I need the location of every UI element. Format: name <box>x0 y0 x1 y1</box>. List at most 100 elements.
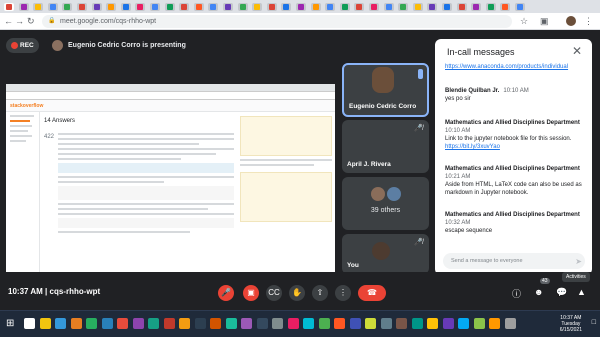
taskbar-app-icon[interactable] <box>287 318 299 329</box>
taskbar-app-icon[interactable] <box>225 318 237 329</box>
message-link[interactable]: https://www.anaconda.com/products/indivi… <box>445 64 568 70</box>
send-icon[interactable]: ➤ <box>575 257 582 266</box>
browser-tab[interactable] <box>266 3 277 11</box>
taskbar-app-icon[interactable] <box>411 318 423 329</box>
taskbar-app-icon[interactable] <box>24 318 35 329</box>
taskbar-app-icon[interactable] <box>101 318 113 329</box>
browser-tab[interactable] <box>412 3 423 11</box>
participant-tile-presenter[interactable]: Eugenio Cedric Corro <box>342 63 429 117</box>
browser-tab[interactable] <box>281 3 292 11</box>
more-options-button[interactable]: ⋮ <box>335 285 351 301</box>
taskbar-app-icon[interactable] <box>163 318 175 329</box>
browser-tab[interactable] <box>369 3 379 11</box>
browser-tab[interactable] <box>237 3 248 11</box>
taskbar-app-icon[interactable] <box>489 318 500 329</box>
taskbar-app-icon[interactable] <box>256 318 268 329</box>
browser-tab[interactable] <box>179 3 190 11</box>
browser-tab[interactable] <box>398 3 409 11</box>
chat-icon[interactable]: 💬 <box>556 287 567 298</box>
taskbar-app-icon[interactable] <box>241 318 252 329</box>
mic-off-button[interactable]: 🎤 <box>218 285 234 301</box>
reload-icon[interactable]: ↻ <box>27 16 35 27</box>
browser-tab[interactable] <box>47 3 58 11</box>
taskbar-app-icon[interactable] <box>194 318 206 329</box>
participant-tile-you[interactable]: 🎤̸ You <box>342 234 429 274</box>
browser-tab[interactable] <box>135 3 146 11</box>
browser-tab[interactable] <box>500 3 511 11</box>
taskbar-app-icon[interactable] <box>334 318 345 329</box>
taskbar-app-icon[interactable] <box>117 318 128 329</box>
browser-tab[interactable] <box>18 3 29 11</box>
present-button[interactable]: ⇧ <box>312 285 328 301</box>
profile-avatar[interactable] <box>566 16 576 26</box>
windows-start-icon[interactable]: ⊞ <box>6 318 14 329</box>
url-field[interactable]: 🔒 meet.google.com/cqs-rhho-wpt <box>42 15 512 28</box>
taskbar-app-icon[interactable] <box>349 318 361 329</box>
captions-button[interactable]: CC <box>266 285 282 301</box>
browser-tab[interactable] <box>339 3 350 11</box>
browser-tab[interactable] <box>383 3 394 11</box>
browser-tab[interactable] <box>252 3 263 11</box>
browser-tab[interactable] <box>62 3 73 11</box>
taskbar-app-icon[interactable] <box>210 318 221 329</box>
taskbar-app-icon[interactable] <box>380 318 392 329</box>
browser-tab[interactable] <box>485 3 496 11</box>
activities-icon[interactable]: ▲ <box>577 287 586 297</box>
taskbar-app-icon[interactable] <box>458 318 469 329</box>
participant-tile-april[interactable]: 🎤̸ April J. Rivera <box>342 120 429 173</box>
taskbar-app-icon[interactable] <box>148 318 159 329</box>
browser-tab[interactable] <box>223 3 233 11</box>
extension-icon[interactable]: ▣ <box>540 16 549 27</box>
browser-tab[interactable] <box>310 3 321 11</box>
raise-hand-button[interactable]: ✋ <box>289 285 305 301</box>
system-clock[interactable]: 10:37 AM Tuesday 6/15/2021 <box>560 315 582 333</box>
taskbar-app-icon[interactable] <box>303 318 314 329</box>
star-icon[interactable]: ☆ <box>520 16 528 27</box>
taskbar-app-icon[interactable] <box>272 318 283 329</box>
browser-tab[interactable] <box>33 3 44 11</box>
taskbar-app-icon[interactable] <box>70 318 82 329</box>
browser-tab[interactable] <box>442 3 452 11</box>
browser-tab[interactable] <box>325 3 336 11</box>
message-link[interactable]: https://bit.ly/3xuvYao <box>445 143 585 151</box>
participant-tile-others[interactable]: 39 others <box>342 177 429 230</box>
browser-tab[interactable] <box>106 3 117 11</box>
close-icon[interactable]: ✕ <box>572 44 582 58</box>
browser-tab[interactable] <box>427 3 438 11</box>
taskbar-app-icon[interactable] <box>318 318 330 329</box>
taskbar-app-icon[interactable] <box>55 318 66 329</box>
arrow-right-icon[interactable]: → <box>15 16 24 27</box>
taskbar-app-icon[interactable] <box>365 318 376 329</box>
leave-call-button[interactable]: ☎ <box>358 285 386 301</box>
taskbar-app-icon[interactable] <box>39 318 51 329</box>
browser-tab[interactable] <box>91 3 102 11</box>
more-menu-icon[interactable]: ⋮ <box>584 16 593 27</box>
message-list[interactable]: https://www.anaconda.com/products/indivi… <box>435 61 592 251</box>
browser-tab[interactable] <box>193 3 204 11</box>
browser-tab[interactable] <box>150 3 160 11</box>
browser-tab[interactable] <box>120 3 131 11</box>
camera-off-button[interactable]: ▣ <box>243 285 259 301</box>
browser-tab[interactable] <box>354 3 365 11</box>
taskbar-app-icon[interactable] <box>86 318 97 329</box>
taskbar-app-icon[interactable] <box>132 318 144 329</box>
arrow-left-icon[interactable]: ← <box>4 16 13 27</box>
taskbar-app-icon[interactable] <box>473 318 485 329</box>
message-input[interactable]: Send a message to everyone <box>443 253 585 269</box>
browser-tab[interactable] <box>296 3 306 11</box>
browser-tab[interactable] <box>164 3 175 11</box>
browser-tab[interactable] <box>515 3 525 11</box>
notification-icon[interactable]: □ <box>592 319 596 326</box>
taskbar-app-icon[interactable] <box>179 318 190 329</box>
people-icon[interactable]: ☻ <box>534 287 543 297</box>
browser-tab[interactable] <box>208 3 219 11</box>
taskbar-app-icon[interactable] <box>427 318 438 329</box>
taskbar-app-icon[interactable] <box>504 318 516 329</box>
taskbar-app-icon[interactable] <box>396 318 407 329</box>
browser-tab[interactable] <box>4 3 14 11</box>
info-icon[interactable]: ⓘ <box>512 287 521 300</box>
browser-tab[interactable] <box>471 3 482 11</box>
browser-tab[interactable] <box>77 3 87 11</box>
browser-tab[interactable] <box>456 3 467 11</box>
taskbar-app-icon[interactable] <box>442 318 454 329</box>
